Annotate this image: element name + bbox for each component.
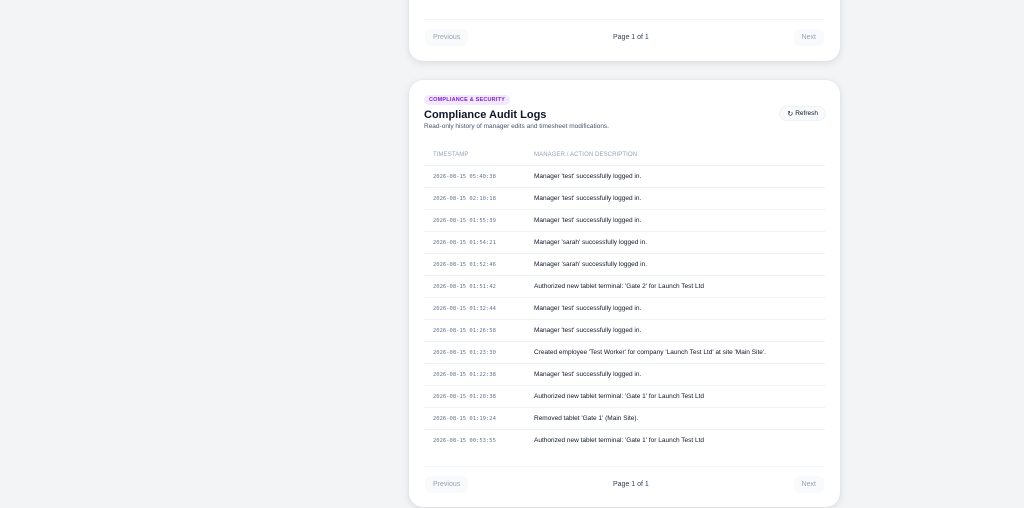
timestamp-cell: 2026-08-15 01:52:46: [433, 262, 496, 268]
timestamp-cell: 2026-08-15 01:32:44: [433, 306, 496, 312]
pagination: Previous Page 1 of 1 Next: [425, 29, 824, 46]
page-title: Compliance Audit Logs: [424, 109, 547, 121]
table-row: 2026-08-15 01:52:46 Manager 'sarah' succe…: [424, 254, 825, 276]
timestamp-cell: 2026-08-15 01:23:30: [433, 350, 496, 356]
previous-panel-card: Previous Page 1 of 1 Next: [409, 0, 840, 61]
refresh-icon: ↻: [787, 110, 794, 118]
timestamp-cell: 2026-08-15 01:22:38: [433, 372, 496, 378]
timestamp-cell: 2026-08-15 01:54:21: [433, 240, 496, 246]
timestamp-cell: 2026-08-15 01:19:24: [433, 416, 496, 422]
page-info: Page 1 of 1: [613, 34, 649, 41]
timestamp-cell: 2026-08-15 05:40:38: [433, 174, 496, 180]
table-row: 2026-08-15 01:23:30 Created employee 'Tes…: [424, 342, 825, 364]
table-row: 2026-08-15 00:53:55 Authorized new tablet…: [424, 430, 825, 452]
audit-logs-card: COMPLIANCE & SECURITY Compliance Audit L…: [409, 80, 840, 507]
description-cell: Manager 'test' successfully logged in.: [534, 217, 642, 224]
description-cell: Manager 'test' successfully logged in.: [534, 173, 642, 180]
description-cell: Manager 'test' successfully logged in.: [534, 305, 642, 312]
column-header-timestamp: TIMESTAMP: [433, 152, 469, 158]
description-cell: Manager 'test' successfully logged in.: [534, 195, 642, 202]
table-row: 2026-08-15 01:32:44 Manager 'test' succes…: [424, 298, 825, 320]
timestamp-cell: 2026-08-15 01:55:39: [433, 218, 496, 224]
table-header: TIMESTAMP MANAGER / ACTION DESCRIPTION: [424, 150, 825, 166]
description-cell: Authorized new tablet terminal: 'Gate 1'…: [534, 393, 705, 400]
table-row: 2026-08-15 02:10:18 Manager 'test' succes…: [424, 188, 825, 210]
audit-log-table: 2026-08-15 05:40:38 Manager 'test' succes…: [424, 166, 825, 452]
timestamp-cell: 2026-08-15 01:51:42: [433, 284, 496, 290]
description-cell: Manager 'test' successfully logged in.: [534, 327, 642, 334]
description-cell: Manager 'sarah' successfully logged in.: [534, 261, 648, 268]
description-cell: Authorized new tablet terminal: 'Gate 1'…: [534, 437, 705, 444]
timestamp-cell: 2026-08-15 00:53:55: [433, 438, 496, 444]
timestamp-cell: 2026-08-15 01:20:38: [433, 394, 496, 400]
timestamp-cell: 2026-08-15 02:10:18: [433, 196, 496, 202]
table-row: 2026-08-15 01:51:42 Authorized new tablet…: [424, 276, 825, 298]
table-row: 2026-08-15 01:54:21 Manager 'sarah' succe…: [424, 232, 825, 254]
divider: [425, 19, 824, 20]
column-header-description: MANAGER / ACTION DESCRIPTION: [534, 152, 638, 158]
pagination: Previous Page 1 of 1 Next: [425, 476, 824, 493]
table-row: 2026-08-15 01:26:58 Manager 'test' succes…: [424, 320, 825, 342]
description-cell: Manager 'sarah' successfully logged in.: [534, 239, 648, 246]
table-row: 2026-08-15 01:20:38 Authorized new tablet…: [424, 386, 825, 408]
timestamp-cell: 2026-08-15 01:26:58: [433, 328, 496, 334]
description-cell: Removed tablet 'Gate 1' (Main Site).: [534, 415, 639, 422]
section-badge: COMPLIANCE & SECURITY: [424, 95, 511, 105]
table-row: 2026-08-15 05:40:38 Manager 'test' succes…: [424, 166, 825, 188]
divider: [425, 466, 824, 467]
description-cell: Manager 'test' successfully logged in.: [534, 371, 642, 378]
next-page-button[interactable]: Next: [793, 29, 824, 46]
previous-page-button[interactable]: Previous: [425, 29, 469, 46]
page-subtitle: Read-only history of manager edits and t…: [424, 123, 609, 130]
refresh-button[interactable]: ↻ Refresh: [779, 106, 826, 121]
refresh-label: Refresh: [795, 110, 818, 117]
page-info: Page 1 of 1: [613, 481, 649, 488]
description-cell: Authorized new tablet terminal: 'Gate 2'…: [534, 283, 705, 290]
table-row: 2026-08-15 01:22:38 Manager 'test' succes…: [424, 364, 825, 386]
previous-page-button[interactable]: Previous: [425, 476, 469, 493]
table-row: 2026-08-15 01:19:24 Removed tablet 'Gate …: [424, 408, 825, 430]
next-page-button[interactable]: Next: [793, 476, 824, 493]
description-cell: Created employee 'Test Worker' for compa…: [534, 349, 766, 356]
table-row: 2026-08-15 01:55:39 Manager 'test' succes…: [424, 210, 825, 232]
